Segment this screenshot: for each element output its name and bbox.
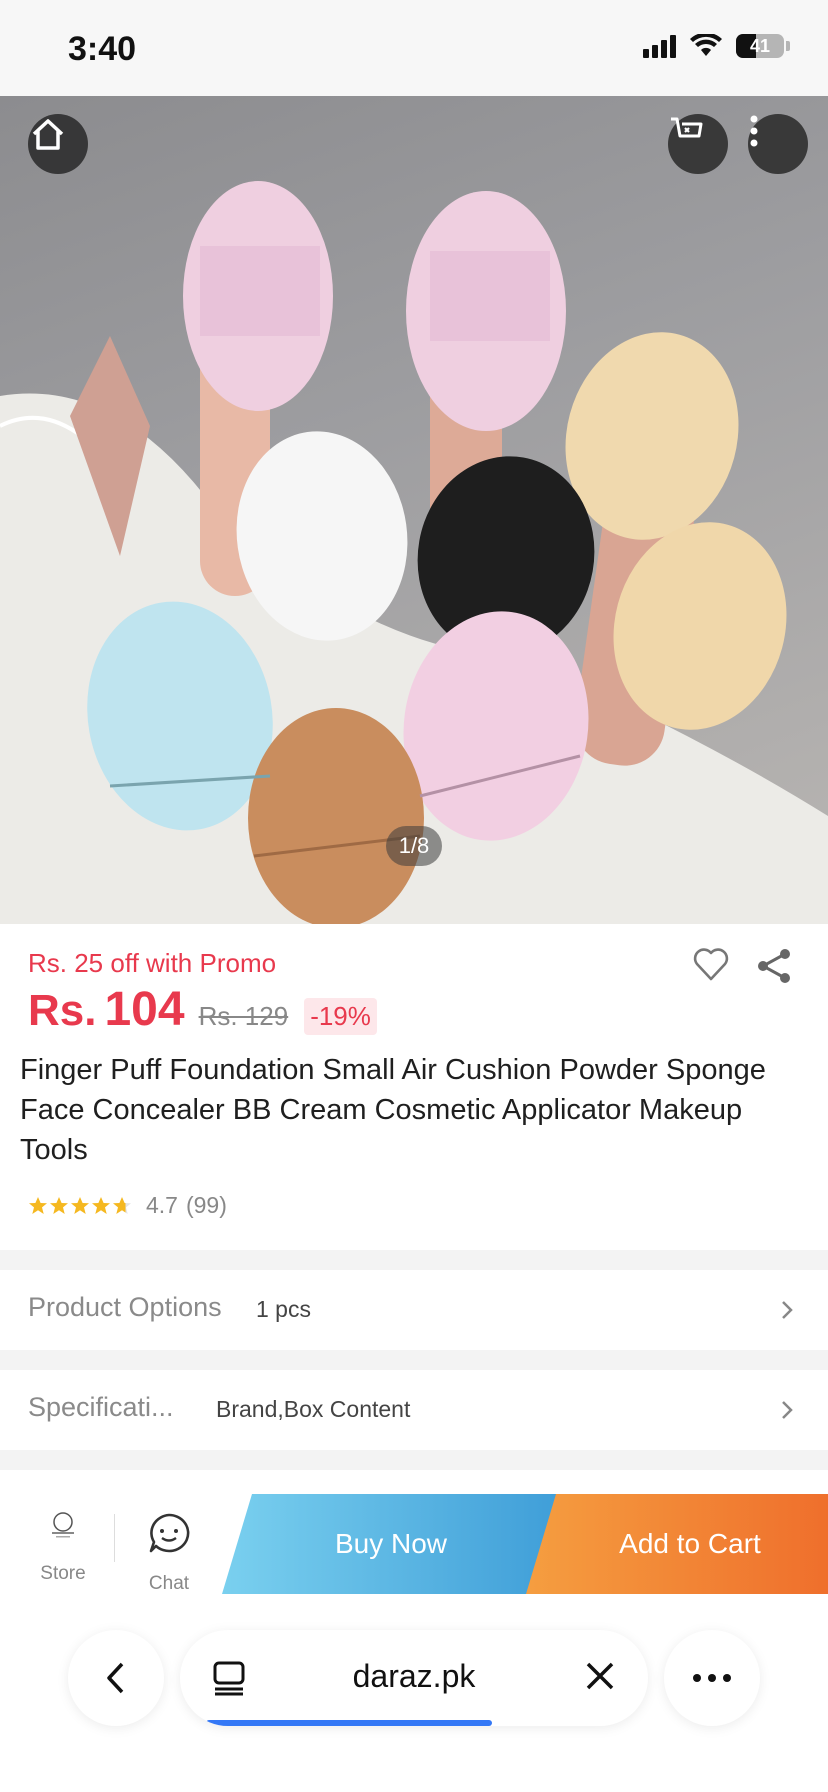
specifications-row[interactable]: Specificati... Brand,Box Content [0, 1370, 828, 1450]
product-photo [0, 181, 828, 924]
action-bar: Store Chat Buy Now Add to Cart [0, 1470, 828, 1620]
rating-value: 4.7 [146, 1192, 178, 1218]
cart-icon [671, 117, 703, 138]
star-icon [92, 1196, 110, 1214]
separator [114, 1514, 115, 1562]
status-icons: 41 [643, 34, 790, 58]
battery-level: 41 [749, 35, 771, 56]
home-button[interactable] [28, 114, 88, 174]
star-icon [71, 1196, 89, 1214]
rating-row[interactable]: 4.7 (99) [28, 1192, 227, 1219]
cart-button[interactable] [668, 114, 728, 174]
more-options-button[interactable] [748, 114, 808, 174]
add-to-cart-button[interactable]: Add to Cart [526, 1494, 828, 1594]
rating-stars [28, 1196, 132, 1216]
buy-now-button[interactable]: Buy Now [222, 1494, 560, 1594]
address-bar[interactable]: daraz.pk [180, 1630, 648, 1726]
home-icon [32, 119, 64, 150]
product-image[interactable]: 1/8 [0, 96, 828, 924]
share-icon [758, 949, 790, 983]
battery-icon: 41 [736, 34, 790, 58]
product-title: Finger Puff Foundation Small Air Cushion… [20, 1054, 766, 1166]
back-icon [107, 1662, 124, 1694]
signal-icon [643, 34, 676, 58]
promo-text: Rs. 25 off with Promo [28, 948, 277, 978]
chat-button[interactable]: Chat [138, 1512, 200, 1595]
section-divider [0, 1250, 828, 1270]
chevron-right-icon [782, 1301, 793, 1319]
more-vertical-icon [750, 115, 758, 147]
browser-toolbar: daraz.pk [0, 1620, 828, 1792]
store-label: Store [40, 1563, 86, 1584]
chat-label: Chat [148, 1573, 190, 1594]
price-row: Rs. 104 Rs. 129 -19% [28, 982, 377, 1037]
star-icon [113, 1196, 131, 1214]
product-options-row[interactable]: Product Options 1 pcs [0, 1270, 828, 1350]
status-time: 3:40 [68, 30, 137, 68]
status-bar: 3:40 41 [0, 0, 828, 96]
close-icon[interactable] [584, 1660, 616, 1692]
specifications-value: Brand,Box Content [216, 1396, 411, 1422]
page-load-progress [206, 1720, 492, 1726]
back-button[interactable] [68, 1630, 164, 1726]
original-price: Rs. 129 [198, 1001, 289, 1031]
wishlist-button[interactable] [692, 946, 730, 987]
image-counter: 1/8 [386, 826, 442, 866]
price-value: 104 [104, 983, 185, 1036]
review-count: (99) [185, 1192, 227, 1218]
price-currency: Rs. [28, 986, 97, 1035]
chevron-right-icon [782, 1401, 793, 1419]
section-divider [0, 1350, 828, 1370]
product-options-label: Product Options [28, 1292, 222, 1322]
specifications-label: Specificati... [28, 1392, 174, 1422]
url-host: daraz.pk [352, 1658, 476, 1694]
heart-icon [693, 948, 729, 981]
store-button[interactable]: Store [28, 1510, 98, 1585]
store-logo-icon [52, 1512, 74, 1538]
discount-badge: -19% [304, 998, 377, 1035]
star-icon [50, 1196, 68, 1214]
chat-icon [149, 1513, 190, 1553]
product-options-value: 1 pcs [256, 1296, 311, 1322]
star-icon [29, 1196, 47, 1214]
browser-more-button[interactable] [664, 1630, 760, 1726]
more-horizontal-icon [693, 1674, 731, 1682]
section-divider [0, 1450, 828, 1470]
share-button[interactable] [754, 946, 794, 991]
wifi-icon [690, 34, 722, 56]
